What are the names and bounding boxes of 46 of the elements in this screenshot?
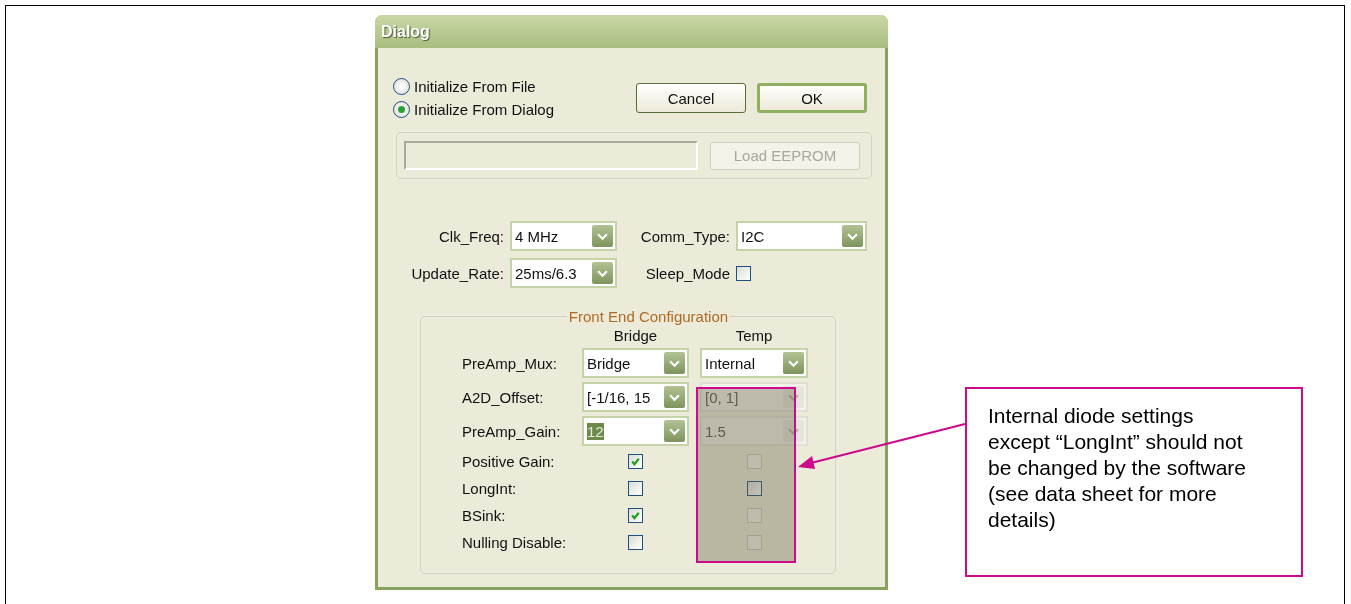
checkbox[interactable] [628, 454, 643, 469]
ok-button[interactable]: OK [757, 83, 867, 113]
radio-label[interactable]: Initialize From File [414, 78, 536, 95]
field-label: Nulling Disable: [462, 533, 568, 553]
field-label: PreAmp_Gain: [462, 422, 562, 440]
column-header: Bridge [612, 327, 659, 344]
radio-button[interactable] [393, 101, 410, 118]
chevron-down-icon [847, 231, 858, 241]
field-label: Positive Gain: [462, 452, 556, 472]
chevron-down-icon [669, 426, 680, 436]
chevron-down-icon [669, 392, 680, 402]
chevron-down-icon [788, 358, 799, 368]
setting-label: Comm_Type: [639, 227, 730, 245]
chevron-down-icon [597, 231, 608, 241]
checkbox[interactable] [628, 535, 643, 550]
dropdown[interactable]: 4 MHz [510, 221, 617, 251]
column-header: Temp [734, 327, 774, 344]
check-icon [630, 456, 641, 467]
setting-label: Update_Rate: [410, 264, 504, 282]
chevron-down-icon [669, 358, 680, 368]
dropdown[interactable]: Bridge [582, 348, 689, 378]
window-title: Dialog [381, 22, 430, 41]
file-path-field[interactable] [404, 141, 698, 170]
checkbox[interactable] [736, 265, 751, 281]
checkbox[interactable] [746, 481, 762, 496]
dropdown[interactable]: I2C [736, 221, 867, 251]
field-label: A2D_Offset: [462, 388, 545, 406]
callout-note: Internal diode settings except “LongInt” should not be changed by the software (see data sheet for more details) [965, 387, 1303, 577]
field-label: BSink: [462, 506, 507, 526]
chevron-down-icon [788, 426, 799, 436]
radio-button[interactable] [393, 78, 410, 95]
group-title: Front End Configuration [567, 308, 730, 325]
field-label: LongInt: [462, 479, 518, 499]
dropdown[interactable]: [-1/16, 15 [582, 382, 689, 412]
checkbox[interactable] [628, 508, 643, 523]
checkbox[interactable] [628, 481, 643, 496]
radio-label[interactable]: Initialize From Dialog [414, 101, 555, 118]
setting-label: Sleep_Mode [644, 264, 730, 282]
cancel-button[interactable]: Cancel [636, 83, 746, 113]
chevron-down-icon [597, 268, 608, 278]
dropdown[interactable]: 25ms/6.3 [510, 258, 617, 288]
check-icon [630, 510, 641, 521]
field-label: PreAmp_Mux: [462, 354, 559, 372]
setting-label: Clk_Freq: [437, 227, 504, 245]
chevron-down-icon [788, 392, 799, 402]
dropdown[interactable]: Internal [700, 348, 808, 378]
